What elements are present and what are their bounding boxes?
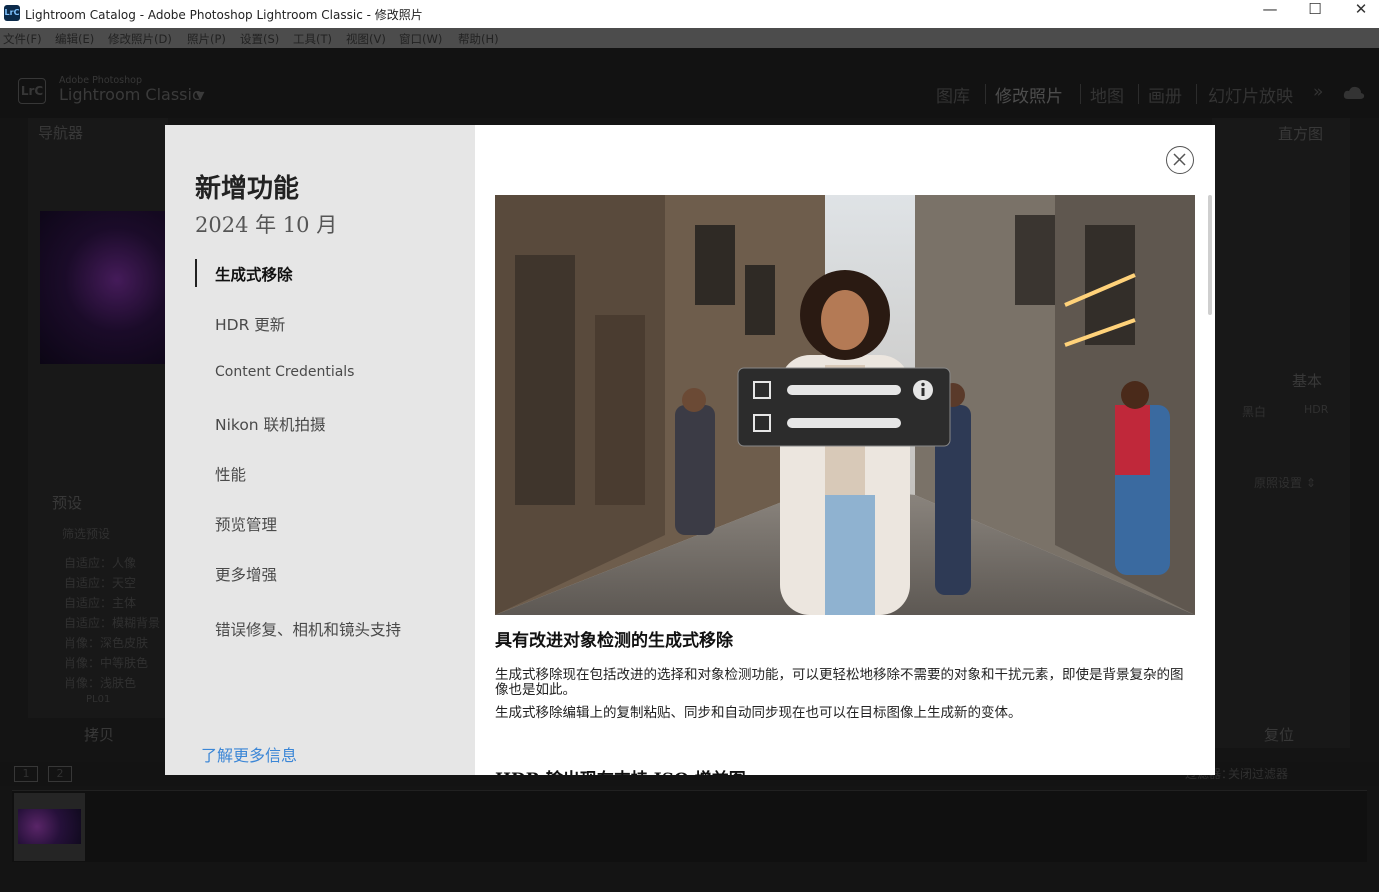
dialog-content: 具有改进对象检测的生成式移除 生成式移除现在包括改进的选择和对象检测功能，可以更… xyxy=(475,125,1215,775)
menu-develop[interactable]: 修改照片(D) xyxy=(108,31,172,47)
menu-photo[interactable]: 照片(P) xyxy=(187,31,226,47)
dialog-sidebar: 新增功能 2024 年 10 月 生成式移除 HDR 更新 Content Cr… xyxy=(165,125,475,775)
close-circle-icon[interactable] xyxy=(1166,146,1194,174)
nav-performance[interactable]: 性能 xyxy=(215,463,246,485)
nav-generative-remove[interactable]: 生成式移除 xyxy=(215,263,293,285)
nav-bug-fixes[interactable]: 错误修复、相机和镜头支持 xyxy=(215,618,401,640)
menu-tools[interactable]: 工具(T) xyxy=(293,31,332,47)
section-paragraph-1: 生成式移除现在包括改进的选择和对象检测功能，可以更轻松地移除不需要的对象和干扰元… xyxy=(495,667,1184,698)
menu-settings[interactable]: 设置(S) xyxy=(240,31,279,47)
active-nav-indicator xyxy=(195,259,197,287)
learn-more-link[interactable]: 了解更多信息 xyxy=(201,742,297,766)
dialog-title: 新增功能 xyxy=(195,174,300,204)
menu-edit[interactable]: 编辑(E) xyxy=(55,31,94,47)
whats-new-dialog: 新增功能 2024 年 10 月 生成式移除 HDR 更新 Content Cr… xyxy=(165,125,1215,775)
next-section-title: HDR 输出现在支持 ISO 增益图 xyxy=(495,765,746,775)
dialog-scrollbar[interactable] xyxy=(1208,195,1212,315)
nav-preview-management[interactable]: 预览管理 xyxy=(215,513,277,535)
menu-window[interactable]: 窗口(W) xyxy=(399,31,442,47)
lightroom-app: LrC Lightroom Catalog - Adobe Photoshop … xyxy=(0,0,1379,892)
title-bar: LrC Lightroom Catalog - Adobe Photoshop … xyxy=(0,0,1379,28)
section-title: 具有改进对象检测的生成式移除 xyxy=(495,631,733,651)
nav-more-enhancements[interactable]: 更多增强 xyxy=(215,563,277,585)
feature-hero-image xyxy=(495,195,1195,615)
menu-file[interactable]: 文件(F) xyxy=(3,31,42,47)
section-paragraph-2: 生成式移除编辑上的复制粘贴、同步和自动同步现在也可以在目标图像上生成新的变体。 xyxy=(495,705,1022,721)
menu-help[interactable]: 帮助(H) xyxy=(458,31,499,47)
nav-hdr-update[interactable]: HDR 更新 xyxy=(215,313,285,335)
dialog-subtitle: 2024 年 10 月 xyxy=(195,213,338,237)
menu-bar: 文件(F) 编辑(E) 修改照片(D) 照片(P) 设置(S) 工具(T) 视图… xyxy=(0,28,1379,48)
nav-content-credentials[interactable]: Content Credentials xyxy=(215,364,354,380)
app-logo-icon: LrC xyxy=(4,5,20,21)
close-window-button[interactable]: ✕ xyxy=(1338,0,1379,28)
menu-view[interactable]: 视图(V) xyxy=(346,31,386,47)
window-title: Lightroom Catalog - Adobe Photoshop Ligh… xyxy=(25,8,423,22)
nav-nikon-tethered[interactable]: Nikon 联机拍摄 xyxy=(215,413,326,435)
maximize-button[interactable]: ☐ xyxy=(1292,0,1338,28)
info-icon xyxy=(913,380,933,400)
minimize-button[interactable]: — xyxy=(1247,0,1293,28)
